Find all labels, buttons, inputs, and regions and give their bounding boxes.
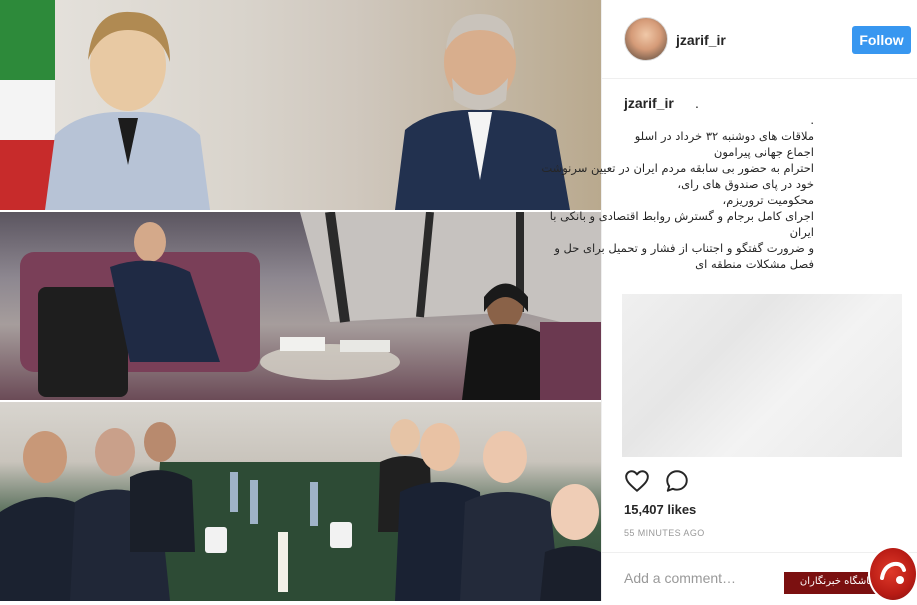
post-photo-collage[interactable] bbox=[0, 0, 601, 601]
post-actions bbox=[602, 462, 917, 502]
caption-line: محکومیت تروریزم، bbox=[722, 193, 814, 207]
photo-meeting-1-illustration bbox=[0, 0, 570, 210]
photo-meeting-2-illustration bbox=[20, 212, 601, 400]
post-sidebar: jzarif_ir Follow jzarif_ir . . ملاقات ها… bbox=[541, 0, 917, 602]
caption-line: ایران bbox=[789, 225, 814, 239]
caption-line: ملاقات های دوشنبه ۳۲ خرداد در اسلو bbox=[634, 129, 814, 143]
caption-suffix: . bbox=[695, 95, 699, 111]
photo-meeting-3 bbox=[0, 402, 601, 601]
caption-line: فصل مشکلات منطقه ای bbox=[695, 257, 814, 271]
likes-count[interactable]: 15,407 likes bbox=[624, 502, 696, 517]
blurred-comments-area bbox=[622, 294, 902, 457]
caption-line: احترام به حضور بی سابقه مردم ایران در تع… bbox=[541, 161, 814, 175]
caption-line: اجرای کامل برجام و گسترش روابط اقتصادی و… bbox=[549, 209, 814, 223]
photo-meeting-2 bbox=[0, 212, 601, 400]
caption-line: . bbox=[810, 113, 814, 127]
post-header: jzarif_ir Follow bbox=[602, 0, 917, 79]
comment-input[interactable] bbox=[624, 568, 794, 588]
caption-line: و ضرورت گفتگو و اجتناب از فشار و تحمیل ب… bbox=[554, 241, 814, 255]
watermark-logo-mark bbox=[880, 561, 906, 584]
username-link[interactable]: jzarif_ir bbox=[676, 32, 726, 48]
watermark: باشگاه خبرنگاران bbox=[784, 546, 917, 602]
watermark-logo-icon bbox=[868, 546, 917, 602]
heart-icon[interactable] bbox=[624, 468, 650, 494]
caption-line: اجماع جهانی پیرامون bbox=[713, 145, 814, 159]
avatar[interactable] bbox=[624, 17, 668, 61]
photo-meeting-3-illustration bbox=[0, 419, 601, 601]
comment-icon[interactable] bbox=[664, 468, 690, 494]
post-timestamp[interactable]: 55 MINUTES AGO bbox=[624, 528, 705, 538]
caption-text: . ملاقات های دوشنبه ۳۲ خرداد در اسلو اجم… bbox=[541, 112, 814, 272]
caption-username-link[interactable]: jzarif_ir bbox=[624, 95, 674, 111]
caption-line: خود در پای صندوق های رای، bbox=[677, 177, 814, 191]
follow-button[interactable]: Follow bbox=[852, 26, 911, 54]
photo-meeting-1 bbox=[0, 0, 601, 210]
